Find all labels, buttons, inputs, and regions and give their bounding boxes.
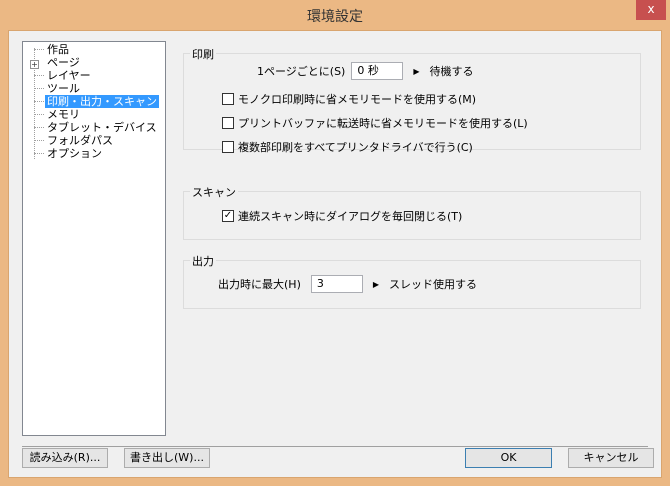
threads-suffix: スレッド使用する (389, 278, 478, 291)
mono-memory-checkbox[interactable]: モノクロ印刷時に省メモリモードを使用する(M) (222, 91, 476, 107)
tree-line (34, 140, 44, 141)
checkbox-label: プリントバッファに転送時に省メモリモードを使用する(L) (238, 117, 528, 130)
print-group: 印刷 1ページごとに(S) 0 秒 ▶ 待機する モノクロ印刷時に省メモリモード… (183, 46, 641, 154)
driver-copies-checkbox[interactable]: 複数部印刷をすべてプリンタドライバで行う(C) (222, 139, 473, 155)
tree-line (34, 153, 44, 154)
tree-line (34, 127, 44, 128)
arrow-icon[interactable]: ▶ (373, 280, 379, 289)
tree-line (34, 88, 44, 89)
checkbox-icon[interactable] (222, 141, 234, 153)
wait-seconds-input[interactable]: 0 秒 (351, 62, 404, 80)
scan-group: スキャン ✓ 連続スキャン時にダイアログを毎回閉じる(T) (183, 184, 641, 240)
close-dialog-checkbox[interactable]: ✓ 連続スキャン時にダイアログを毎回閉じる(T) (222, 208, 462, 224)
window-title: 環境設定 (307, 9, 363, 25)
export-button[interactable]: 書き出し(W)... (124, 448, 210, 468)
wait-row: 1ページごとに(S) 0 秒 ▶ 待機する (257, 62, 474, 80)
tree-line (34, 101, 44, 102)
tree-line (34, 75, 44, 76)
tree-item-tablet-device[interactable]: タブレット・デバイス (45, 121, 159, 134)
threads-row: 出力時に最大(H) 3 ▶ スレッド使用する (218, 275, 477, 293)
scan-group-title: スキャン (190, 184, 238, 200)
threads-input[interactable]: 3 (310, 275, 363, 293)
tree-line (34, 49, 44, 50)
category-tree[interactable]: + 作品 ページ レイヤー ツール 印刷・出力・スキャン メモリ タブレット・デ… (22, 41, 166, 436)
tree-item-page[interactable]: ページ (45, 56, 82, 69)
import-button[interactable]: 読み込み(R)... (22, 448, 108, 468)
tree-item-tool[interactable]: ツール (45, 82, 82, 95)
expand-icon[interactable]: + (30, 60, 39, 69)
tree-item-layer[interactable]: レイヤー (45, 69, 93, 82)
checkmark-icon[interactable]: ✓ (222, 210, 234, 222)
title-bar: 環境設定 x (0, 0, 670, 30)
wait-suffix: 待機する (429, 65, 474, 78)
divider (22, 446, 648, 447)
tree-item-memory[interactable]: メモリ (45, 108, 82, 121)
output-group-title: 出力 (190, 253, 216, 269)
print-group-title: 印刷 (190, 46, 216, 62)
output-group: 出力 出力時に最大(H) 3 ▶ スレッド使用する (183, 253, 641, 309)
checkbox-icon[interactable] (222, 117, 234, 129)
close-button[interactable]: x (636, 0, 666, 20)
wait-label: 1ページごとに(S) (257, 65, 346, 78)
tree-line (34, 114, 44, 115)
tree-item-options[interactable]: オプション (45, 147, 104, 160)
buffer-memory-checkbox[interactable]: プリントバッファに転送時に省メモリモードを使用する(L) (222, 115, 528, 131)
arrow-icon[interactable]: ▶ (413, 67, 419, 76)
threads-label: 出力時に最大(H) (218, 278, 301, 291)
checkbox-label: 連続スキャン時にダイアログを毎回閉じる(T) (238, 210, 463, 223)
tree-item-print-output-scan[interactable]: 印刷・出力・スキャン (45, 95, 159, 108)
checkbox-icon[interactable] (222, 93, 234, 105)
checkbox-label: 複数部印刷をすべてプリンタドライバで行う(C) (238, 141, 473, 154)
dialog-body: + 作品 ページ レイヤー ツール 印刷・出力・スキャン メモリ タブレット・デ… (8, 30, 662, 478)
tree-item-folder-path[interactable]: フォルダパス (45, 134, 115, 147)
checkbox-label: モノクロ印刷時に省メモリモードを使用する(M) (238, 93, 477, 106)
cancel-button[interactable]: キャンセル (568, 448, 654, 468)
tree-item-works[interactable]: 作品 (45, 43, 71, 56)
ok-button[interactable]: OK (465, 448, 552, 468)
